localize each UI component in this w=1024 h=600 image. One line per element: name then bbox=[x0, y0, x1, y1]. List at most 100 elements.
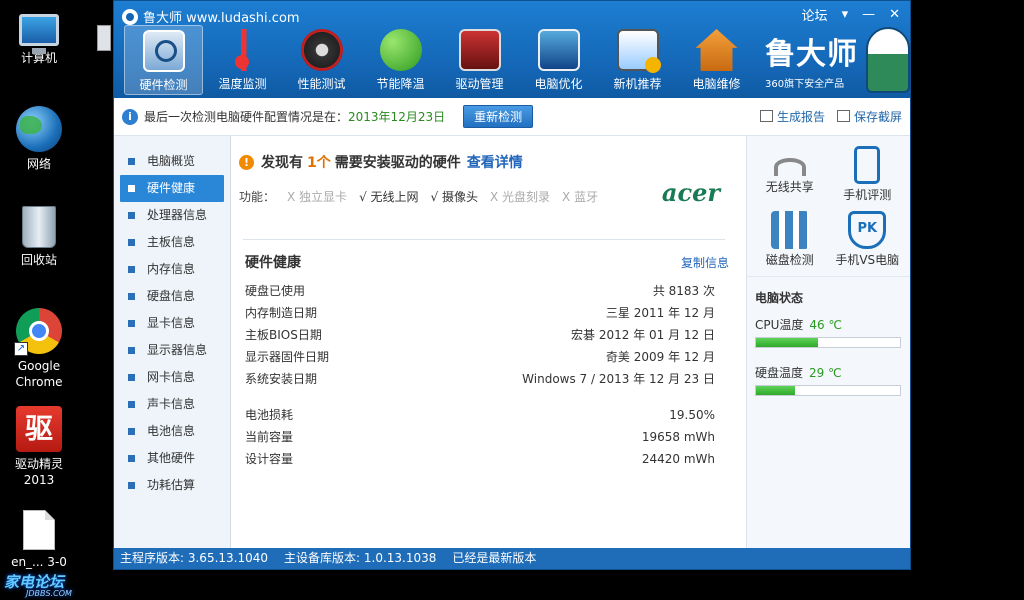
cpu-temp-label: CPU温度 bbox=[755, 318, 804, 332]
watermark-sub: JDBBS.COM bbox=[26, 589, 72, 598]
bullet-icon bbox=[128, 293, 135, 300]
row-key: 显示器固件日期 bbox=[245, 350, 330, 364]
sidebar-item-monitor[interactable]: 显示器信息 bbox=[114, 337, 230, 364]
row-value: 19658 mWh bbox=[641, 430, 715, 444]
tool-phone-vs-pc[interactable]: PK 手机VS电脑 bbox=[829, 211, 907, 268]
last-scan-date: 2013年12月23日 bbox=[348, 110, 446, 124]
sidebar-item-gpu[interactable]: 显卡信息 bbox=[114, 310, 230, 337]
sidebar-item-label: 显卡信息 bbox=[147, 316, 196, 330]
desktop-icon-file[interactable]: en_... 3-0 bbox=[4, 510, 74, 570]
close-button[interactable]: ✕ bbox=[889, 7, 900, 22]
speedometer-icon bbox=[300, 29, 343, 71]
bullet-icon bbox=[128, 185, 135, 192]
desktop-icon-label: 驱动精灵 2013 bbox=[14, 457, 63, 487]
sidebar-item-label: 功耗估算 bbox=[147, 478, 196, 492]
sidebar-item-label: 硬盘信息 bbox=[147, 289, 196, 303]
sidebar-item-label: 声卡信息 bbox=[147, 397, 196, 411]
disk-temp-bar bbox=[755, 385, 901, 396]
row-value: 共 8183 次 bbox=[652, 284, 715, 298]
desktop-icon-driver-genius[interactable]: 驱 驱动精灵 2013 bbox=[4, 406, 74, 488]
tool-wifi-share[interactable]: 无线共享 bbox=[751, 146, 829, 203]
disk-temp-fill bbox=[756, 386, 795, 395]
nav-label: 驱动管理 bbox=[455, 77, 504, 91]
nav-label: 电脑维修 bbox=[692, 77, 741, 91]
sidebar-item-power[interactable]: 功耗估算 bbox=[114, 472, 230, 499]
clover-icon bbox=[379, 29, 422, 71]
sidebar-item-label: 内存信息 bbox=[147, 262, 196, 276]
last-scan-text: 最后一次检测电脑硬件配置情况是在： bbox=[144, 110, 349, 124]
sidebar-item-cpu[interactable]: 处理器信息 bbox=[114, 202, 230, 229]
nav-repair[interactable]: 电脑维修 bbox=[677, 25, 756, 95]
sidebar-item-overview[interactable]: 电脑概览 bbox=[114, 148, 230, 175]
desktop-icon-chrome[interactable]: ↗ Google Chrome bbox=[4, 308, 74, 390]
alert-suffix: 需要安装驱动的硬件 bbox=[334, 155, 461, 171]
copy-info-link[interactable]: 复制信息 bbox=[681, 254, 729, 271]
desktop-icon-computer[interactable]: 计算机 bbox=[4, 8, 74, 66]
bullet-icon bbox=[128, 212, 135, 219]
main-nav: 硬件检测 温度监测 性能测试 节能降温 驱动管理 电脑优化 新机推荐 电脑维修 bbox=[124, 25, 756, 95]
desktop-icon-recycle-bin[interactable]: 回收站 bbox=[4, 206, 74, 268]
pc-status-title: 电脑状态 bbox=[747, 276, 910, 312]
sidebar-item-hardware-health[interactable]: 硬件健康 bbox=[120, 175, 224, 202]
dropdown-icon[interactable]: ▾ bbox=[842, 7, 849, 22]
save-screenshot-link[interactable]: 保存截屏 bbox=[836, 108, 902, 125]
view-details-link[interactable]: 查看详情 bbox=[467, 152, 523, 172]
cpu-temp-value: 46 ℃ bbox=[809, 318, 842, 332]
desktop-icon-network[interactable]: 网络 bbox=[4, 106, 74, 172]
sidebar-item-sound-card[interactable]: 声卡信息 bbox=[114, 391, 230, 418]
row-value: 奇美 2009 年 12 月 bbox=[605, 350, 715, 364]
nav-label: 温度监测 bbox=[218, 77, 267, 91]
sidebar-item-memory[interactable]: 内存信息 bbox=[114, 256, 230, 283]
minimize-button[interactable]: — bbox=[862, 7, 875, 22]
nav-power-saving[interactable]: 节能降温 bbox=[361, 25, 440, 95]
table-row: 显示器固件日期 奇美 2009 年 12 月 bbox=[245, 346, 715, 368]
disk-icon bbox=[770, 211, 809, 249]
rescan-button[interactable]: 重新检测 bbox=[463, 105, 534, 128]
tool-label: 手机评测 bbox=[843, 188, 892, 202]
content-body: 电脑概览 硬件健康 处理器信息 主板信息 内存信息 硬盘信息 显卡信息 显示器信… bbox=[114, 136, 910, 548]
sidebar-item-label: 电池信息 bbox=[147, 424, 196, 438]
info-bar: i 最后一次检测电脑硬件配置情况是在： 2013年12月23日 重新检测 生成报… bbox=[114, 98, 910, 136]
row-key: 主板BIOS日期 bbox=[245, 328, 322, 342]
generate-report-link[interactable]: 生成报告 bbox=[759, 108, 825, 125]
sidebar-item-battery[interactable]: 电池信息 bbox=[114, 418, 230, 445]
file-icon bbox=[23, 510, 55, 550]
bullet-icon bbox=[128, 401, 135, 408]
tool-phone-test[interactable]: 手机评测 bbox=[829, 146, 907, 203]
features-label: 功能： bbox=[239, 190, 276, 204]
phone-icon bbox=[854, 146, 881, 184]
window-title: 鲁大师 www.ludashi.com bbox=[143, 11, 300, 26]
acer-logo: acer bbox=[661, 178, 720, 207]
disk-temp-label: 硬盘温度 bbox=[755, 366, 804, 380]
sidebar-item-other[interactable]: 其他硬件 bbox=[114, 445, 230, 472]
table-row: 系统安装日期 Windows 7 / 2013 年 12 月 23 日 bbox=[245, 368, 715, 390]
sidebar-item-network-card[interactable]: 网卡信息 bbox=[114, 364, 230, 391]
table-row: 当前容量 19658 mWh bbox=[245, 426, 715, 448]
sidebar-item-label: 其他硬件 bbox=[147, 451, 196, 465]
nav-benchmark[interactable]: 性能测试 bbox=[282, 25, 361, 95]
divider bbox=[243, 239, 725, 240]
warning-icon: ! bbox=[239, 154, 254, 170]
sidebar-item-motherboard[interactable]: 主板信息 bbox=[114, 229, 230, 256]
nav-new-pc[interactable]: 新机推荐 bbox=[598, 25, 677, 95]
bullet-icon bbox=[128, 428, 135, 435]
bullet-icon bbox=[128, 347, 135, 354]
nav-optimize[interactable]: 电脑优化 bbox=[519, 25, 598, 95]
sidebar-item-disk[interactable]: 硬盘信息 bbox=[114, 283, 230, 310]
nav-driver-manager[interactable]: 驱动管理 bbox=[440, 25, 519, 95]
section-header: 硬件健康 复制信息 bbox=[239, 252, 729, 272]
tool-disk-check[interactable]: 磁盘检测 bbox=[751, 211, 829, 268]
feature-item: X 独立显卡 bbox=[287, 190, 348, 204]
nav-temperature[interactable]: 温度监测 bbox=[203, 25, 282, 95]
forum-link[interactable]: 论坛 bbox=[802, 5, 828, 24]
bullet-icon bbox=[128, 455, 135, 462]
right-panel: 无线共享 手机评测 磁盘检测 PK 手机VS电脑 电脑状态 CPU温度 46 ℃ bbox=[746, 136, 910, 548]
title-row: 鲁大师 www.ludashi.com bbox=[122, 7, 300, 26]
bullet-icon bbox=[128, 266, 135, 273]
row-key: 硬盘已使用 bbox=[245, 284, 306, 298]
nav-label: 硬件检测 bbox=[139, 78, 188, 92]
driver-box-icon bbox=[458, 29, 501, 71]
nav-hardware-detect[interactable]: 硬件检测 bbox=[124, 25, 203, 95]
nav-label: 电脑优化 bbox=[534, 77, 583, 91]
row-value: 19.50% bbox=[669, 408, 715, 422]
